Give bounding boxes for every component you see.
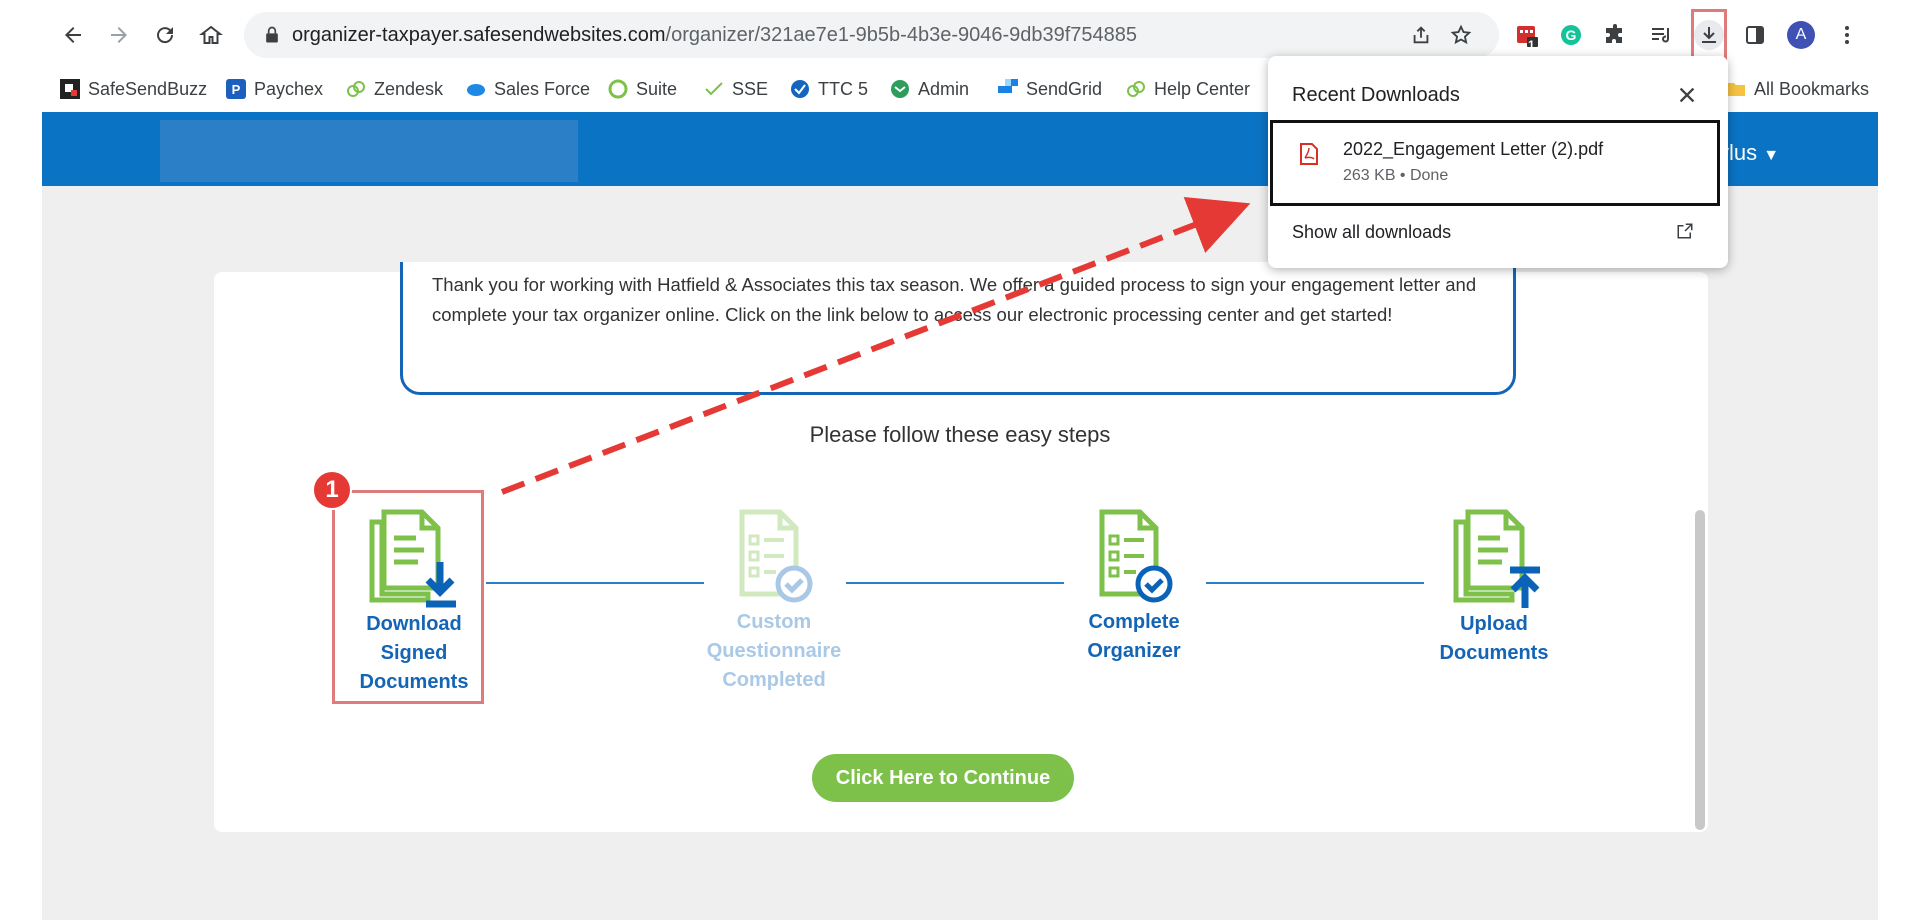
download-file-name: 2022_Engagement Letter (2).pdf: [1343, 139, 1604, 159]
show-all-downloads-link[interactable]: Show all downloads: [1292, 222, 1451, 243]
downloads-popup: Recent Downloads 2022_Engagement Letter …: [1268, 56, 1728, 268]
step-number-badge: 1: [312, 470, 352, 510]
pdf-file-icon: [1300, 143, 1318, 165]
download-item[interactable]: 2022_Engagement Letter (2).pdf 263 KB • …: [1270, 120, 1720, 206]
download-file-meta: 263 KB • Done: [1343, 167, 1449, 184]
dashed-arrow: [500, 196, 1251, 495]
open-external-icon[interactable]: [1676, 222, 1694, 240]
close-icon[interactable]: [1676, 84, 1698, 106]
downloads-title: Recent Downloads: [1292, 84, 1460, 106]
